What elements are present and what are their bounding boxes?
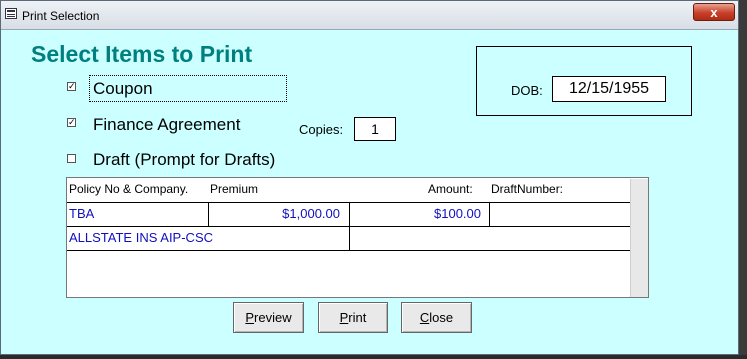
dob-label: DOB: [511,83,543,98]
amount-cell[interactable]: $100.00 [350,206,481,221]
form-icon [5,8,17,19]
preview-button[interactable]: Preview [233,302,304,333]
subform-scrollbar[interactable] [630,179,648,297]
premium-cell[interactable]: $1,000.00 [209,206,340,221]
column-header-amount: Amount: [428,182,473,196]
column-header-policy: Policy No & Company. [69,182,189,196]
window-close-button[interactable]: x [693,3,735,21]
close-button[interactable]: Close [401,302,472,333]
policy-subform: Policy No & Company. Premium Amount: Dra… [66,177,649,298]
draft-checkbox[interactable] [67,154,76,163]
column-header-premium: Premium [210,182,259,196]
coupon-checkbox[interactable]: ✓ [67,82,76,91]
print-selection-window: Print Selection x Select Items to Print … [0,0,739,355]
desktop-background [739,0,747,359]
draft-label[interactable]: Draft (Prompt for Drafts) [93,150,275,170]
title-bar: Print Selection x [1,1,738,30]
copies-label: Copies: [299,122,344,137]
print-button[interactable]: Print [318,302,388,333]
page-title: Select Items to Print [31,41,253,67]
finance-agreement-label[interactable]: Finance Agreement [93,115,240,135]
column-divider [489,202,490,226]
coupon-label[interactable]: Coupon [93,79,153,99]
row-divider [67,250,630,251]
window-title: Print Selection [22,9,100,23]
desktop-background [0,355,747,359]
finance-agreement-checkbox[interactable]: ✓ [67,118,76,127]
column-header-draftnumber: DraftNumber: [491,182,564,196]
dob-input[interactable]: 12/15/1955 [552,76,666,102]
policy-cell[interactable]: TBA [69,206,94,221]
company-cell[interactable]: ALLSTATE INS AIP-CSC [69,230,213,245]
copies-input[interactable]: 1 [354,117,396,141]
